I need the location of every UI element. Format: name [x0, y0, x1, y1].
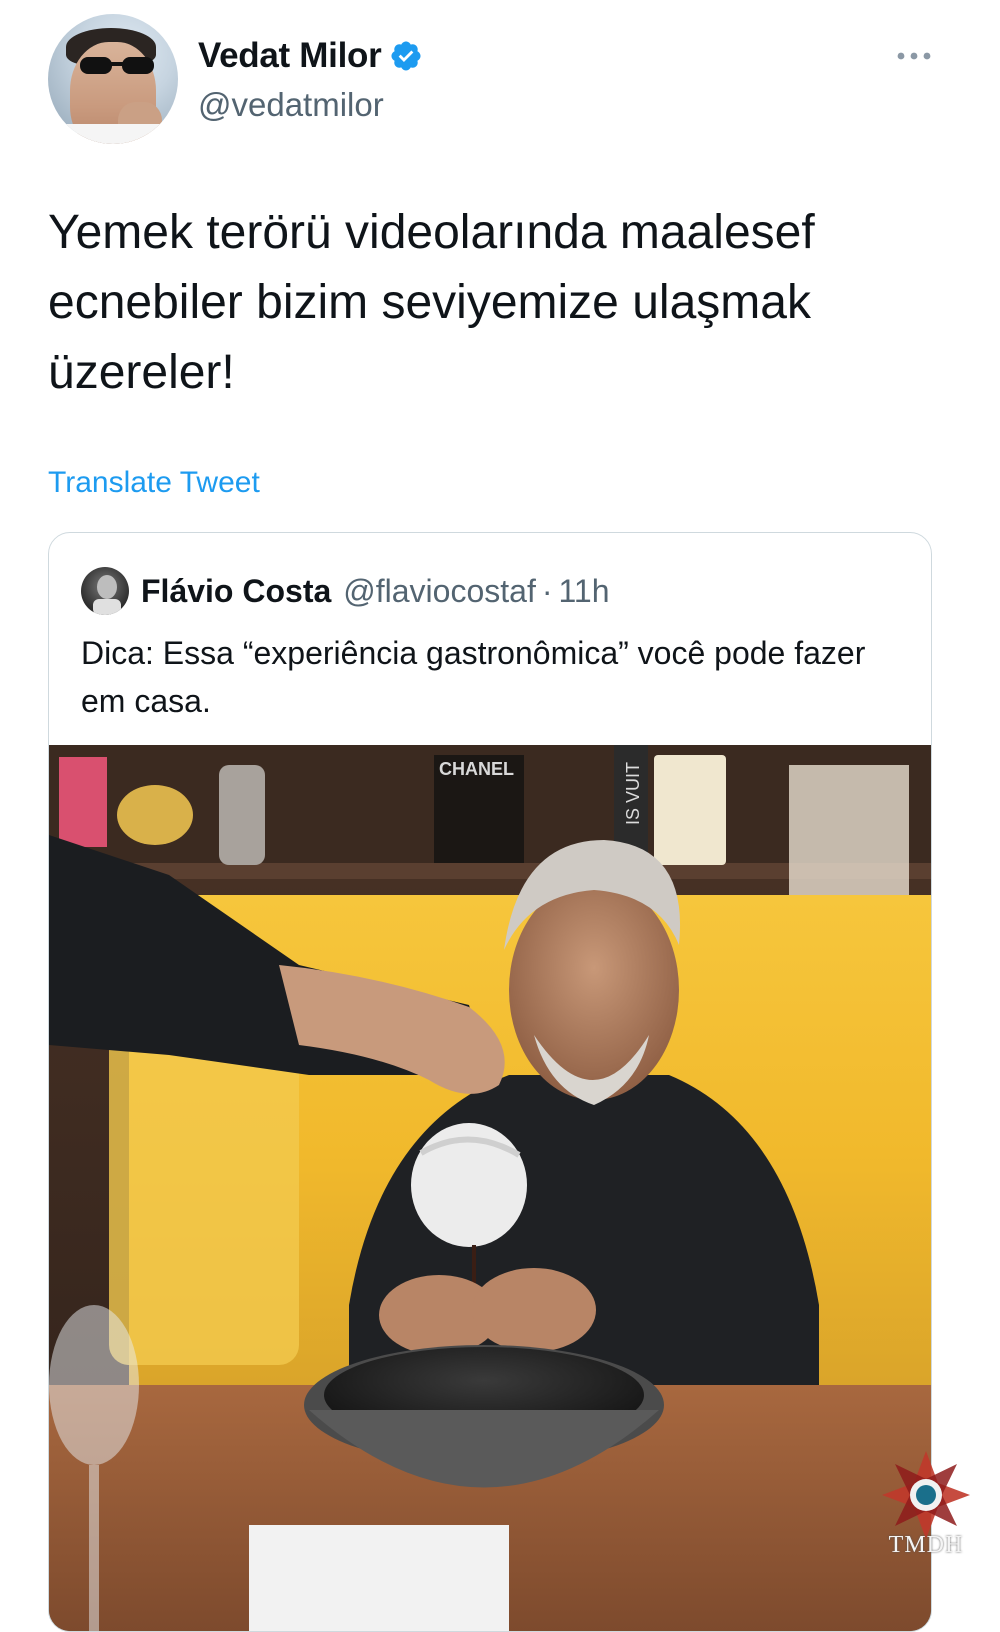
quoted-tweet-card[interactable]: Flávio Costa @flaviocostaf · 11h Dica: E…	[48, 532, 932, 1632]
quoted-tweet-header: Flávio Costa @flaviocostaf · 11h	[141, 567, 610, 615]
quoted-tweet-text: Dica: Essa “experiência gastronômica” vo…	[81, 635, 866, 719]
book-spine-text-2: IS VUIT	[623, 762, 643, 825]
tweet-text: Yemek terörü videolarında maalesef ecneb…	[48, 206, 815, 399]
translate-tweet-link[interactable]: Translate Tweet	[48, 466, 260, 500]
quoted-tweet-time[interactable]: 11h	[558, 573, 609, 610]
verified-badge-icon	[391, 41, 421, 71]
separator-dot: ·	[541, 572, 553, 609]
watermark-text: TMDH	[888, 1532, 964, 1558]
author-avatar[interactable]	[48, 14, 178, 144]
quoted-tweet-video[interactable]: CHANEL IS VUIT	[49, 745, 932, 1632]
quoted-author-handle[interactable]: @flaviocostaf	[343, 573, 536, 610]
book-spine-text: CHANEL	[439, 759, 514, 779]
author-display-name[interactable]: Vedat Milor	[198, 36, 382, 76]
quoted-author-avatar[interactable]	[81, 567, 129, 615]
author-name-row[interactable]: Vedat Milor	[198, 36, 423, 76]
author-handle[interactable]: @vedatmilor	[198, 86, 384, 124]
more-horizontal-icon[interactable]	[894, 46, 934, 66]
quoted-author-name[interactable]: Flávio Costa	[141, 573, 331, 610]
